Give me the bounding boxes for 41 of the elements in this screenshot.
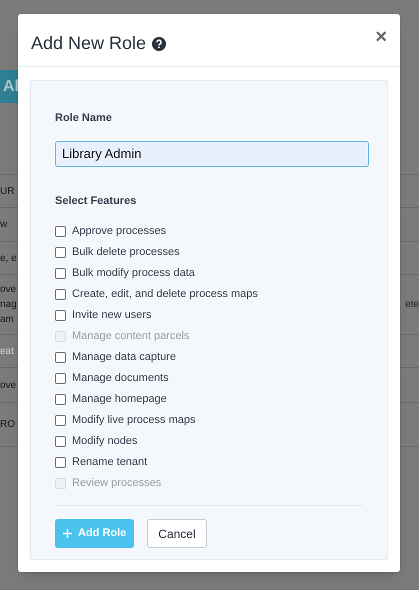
checkbox[interactable] — [55, 372, 66, 384]
checkbox[interactable] — [55, 226, 66, 236]
field-label: Role Name — [55, 111, 113, 126]
checkbox-label: Manage data capture — [72, 350, 176, 365]
page-title: Al — [3, 76, 19, 96]
checkbox[interactable] — [55, 394, 66, 404]
checkbox-label: Manage documents — [72, 370, 169, 386]
checkbox[interactable] — [55, 310, 66, 320]
table-cell-text: ete — [405, 298, 419, 312]
checkbox-label: Invite new users — [72, 308, 152, 323]
checkbox-label: Rename tenant — [72, 454, 148, 470]
checkbox-label: Modify nodes — [72, 434, 138, 449]
table-cell-text: e, e — [0, 252, 17, 266]
role-name-field[interactable]: Library Admin — [55, 140, 369, 166]
checkbox-label: Manage content parcels — [72, 328, 190, 344]
table-cell-text: ove — [0, 378, 16, 392]
checkbox[interactable] — [55, 456, 66, 468]
checkbox[interactable] — [55, 436, 66, 446]
checkbox-label: Bulk modify process data — [72, 266, 195, 281]
checkbox[interactable] — [55, 352, 66, 362]
close-button[interactable]: × — [375, 27, 387, 47]
checkbox-label: Approve processes — [72, 224, 166, 239]
help-icon[interactable] — [152, 36, 166, 50]
dialog-title: Add New Role — [31, 32, 146, 55]
checkbox-label: Review processes — [72, 476, 162, 491]
checkbox-label: Manage homepage — [72, 392, 167, 407]
section-label: Select Features — [55, 194, 138, 208]
table-cell-text: w — [0, 218, 8, 232]
checkbox-label: Bulk delete processes — [72, 244, 180, 260]
checkbox-label: Create, edit, and delete process maps — [72, 286, 258, 302]
checkbox[interactable] — [55, 268, 66, 278]
cancel-button[interactable]: Cancel — [147, 519, 207, 548]
table-cell-text: UR — [0, 184, 14, 198]
checkbox-label: Modify live process maps — [72, 412, 196, 428]
plus-icon — [63, 529, 72, 538]
checkbox[interactable] — [55, 288, 66, 300]
checkbox[interactable] — [55, 414, 66, 426]
checkbox[interactable] — [55, 246, 66, 258]
table-cell-text: eat — [0, 344, 14, 358]
table-cell-text: ove nag am — [0, 283, 17, 327]
table-cell-text: RO — [0, 418, 15, 432]
